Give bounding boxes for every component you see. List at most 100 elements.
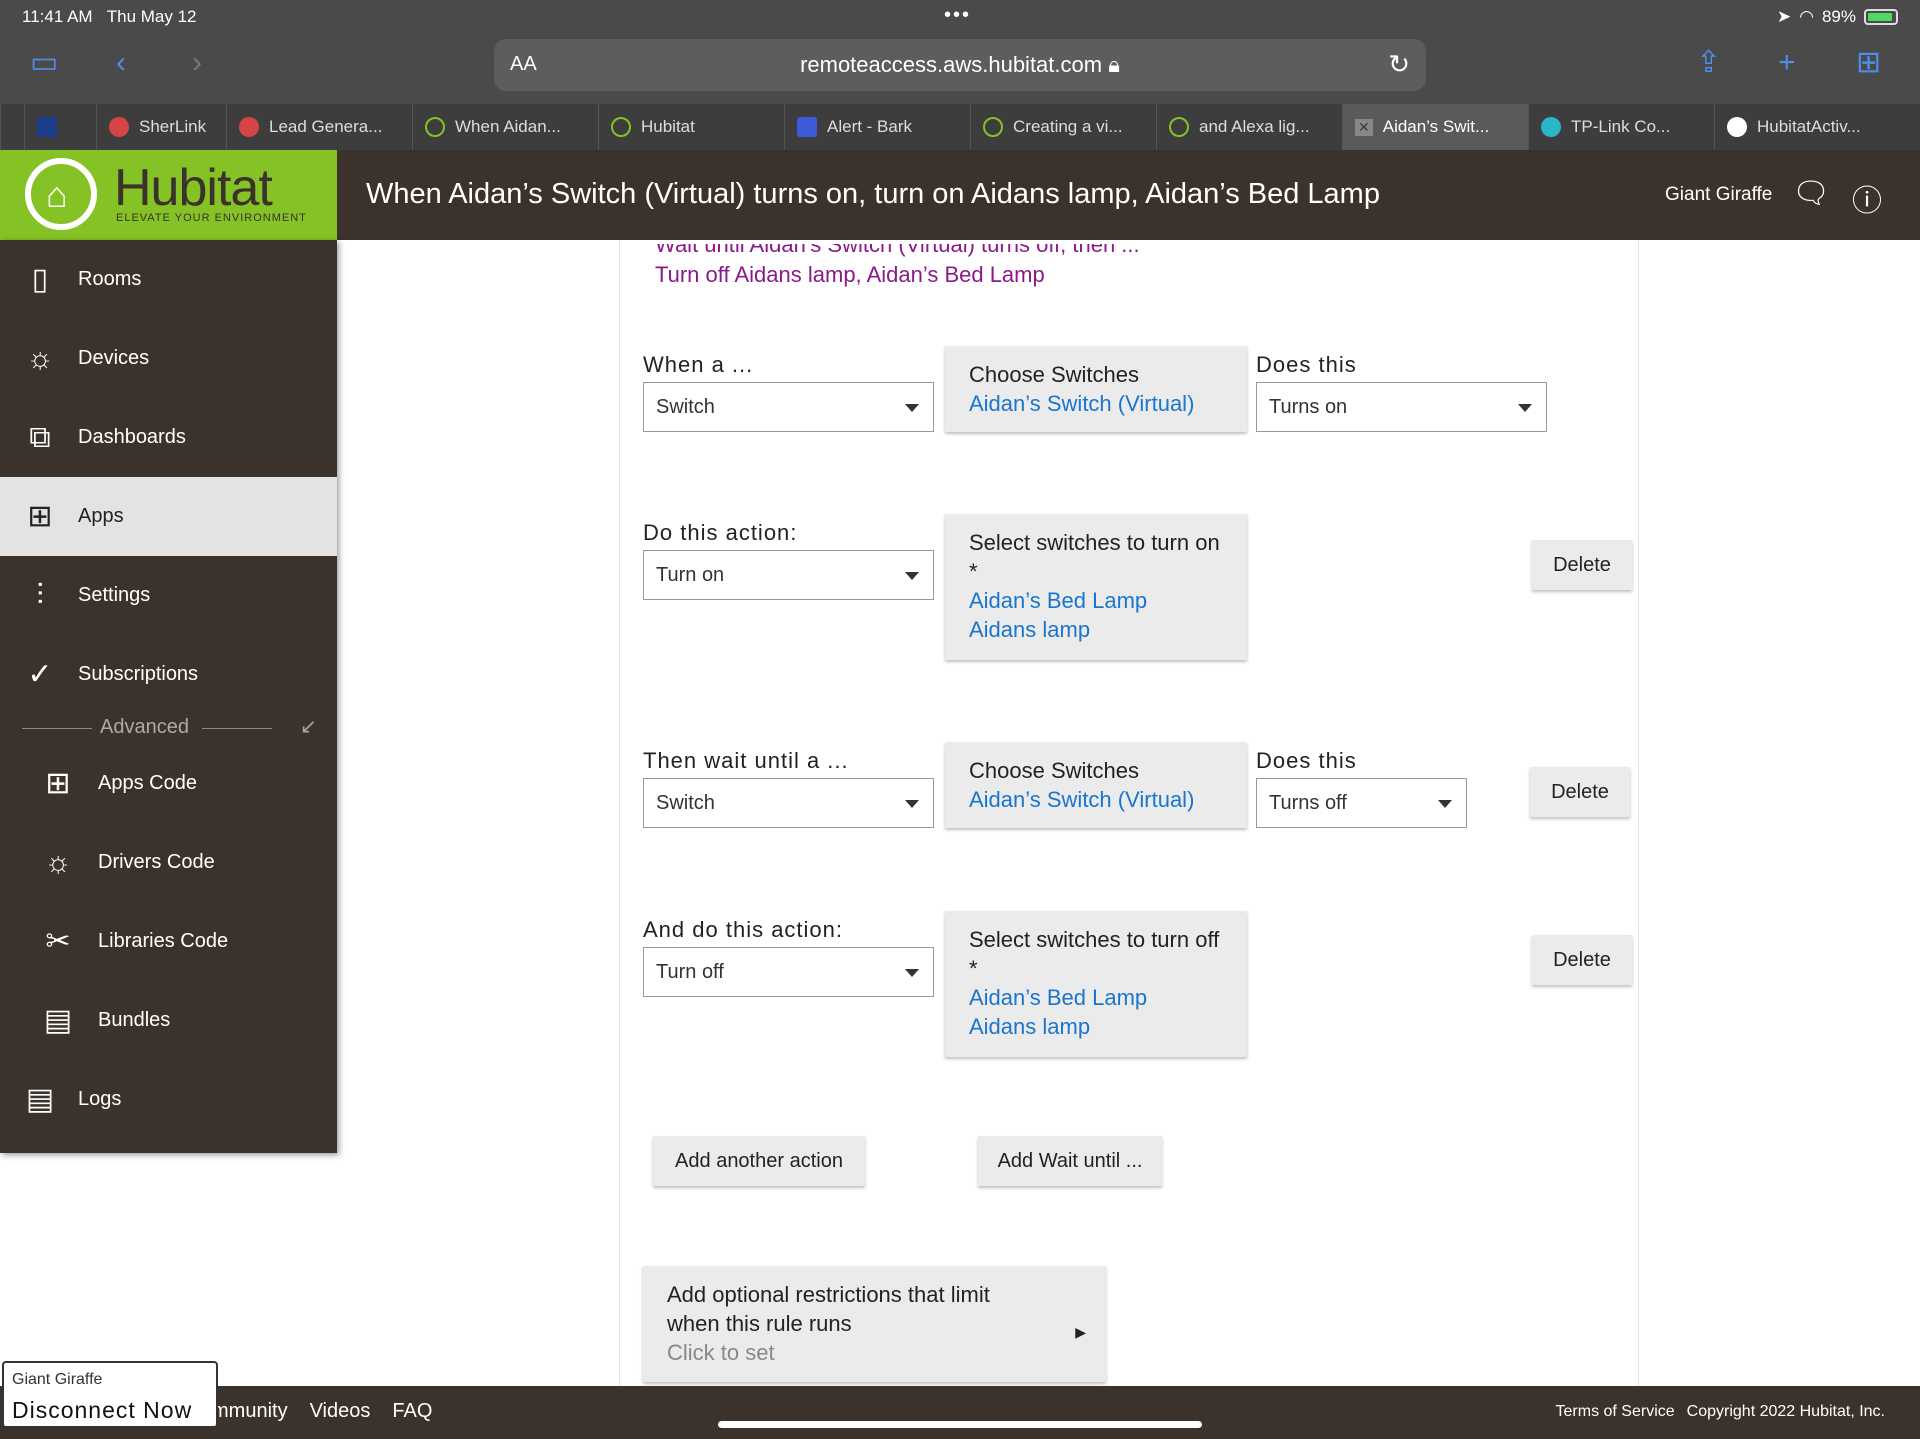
tab-label: Aidan’s Swit... — [1382, 117, 1490, 136]
tab-item[interactable]: Hubitat — [598, 104, 784, 150]
trigger-state-select[interactable]: Turns on — [1256, 382, 1547, 432]
choose-switches-button[interactable]: Choose Switches Aidan’s Switch (Virtual) — [945, 742, 1247, 828]
sidebar-item-subscriptions[interactable]: ✓ Subscriptions — [0, 635, 337, 714]
does-this-label: Does this — [1256, 748, 1357, 773]
collapse-icon[interactable]: ↙ — [300, 714, 317, 739]
add-another-action-button[interactable]: Add another action — [653, 1136, 865, 1186]
tab-item-active[interactable]: ✕ Aidan’s Swit... — [1342, 104, 1528, 150]
tab-item[interactable]: TP-Link Co... — [1528, 104, 1714, 150]
chat-icon[interactable]: 🗨︎ — [1792, 176, 1830, 211]
terms-link[interactable]: Terms of Service — [1556, 1403, 1675, 1421]
sidebar-item-apps-code[interactable]: ⊞ Apps Code — [0, 744, 337, 823]
forward-icon[interactable]: › — [192, 48, 202, 78]
sidebar-item-apps[interactable]: ⊞ Apps — [0, 477, 337, 556]
sidebar-item-settings[interactable]: ⫶ Settings — [0, 556, 337, 635]
tab-item[interactable] — [24, 104, 96, 150]
sidebar-item-label: Bundles — [98, 1009, 171, 1031]
action-select[interactable]: Turn off — [643, 947, 934, 997]
tab-item[interactable]: SherLink — [96, 104, 226, 150]
summary-line: Turn off Aidans lamp, Aidan’s Bed Lamp — [655, 262, 1045, 287]
choose-title: Select switches to turn off * — [969, 927, 1220, 981]
action-label: And do this action: — [643, 917, 844, 942]
tab-item[interactable]: When Aidan... — [412, 104, 598, 150]
sidebar-item-label: Rooms — [78, 268, 142, 290]
delete-button[interactable]: Delete — [1532, 935, 1632, 985]
sidebar-item-devices[interactable]: ☼ Devices — [0, 319, 337, 398]
tab-item[interactable]: Lead Genera... — [226, 104, 412, 150]
reload-icon[interactable]: ↻ — [1388, 49, 1410, 80]
new-tab-icon[interactable]: + — [1778, 48, 1796, 78]
choose-value: Aidans lamp — [969, 617, 1091, 642]
sidebar-item-dashboards[interactable]: ⧉ Dashboards — [0, 398, 337, 477]
hubitat-favicon-icon — [1169, 117, 1189, 137]
tab-item[interactable]: and Alexa lig... — [1156, 104, 1342, 150]
close-tab-icon[interactable]: ✕ — [1355, 118, 1373, 136]
select-switches-off-button[interactable]: Select switches to turn off * Aidan’s Be… — [945, 911, 1247, 1057]
url-value: remoteaccess.aws.hubitat.com — [800, 52, 1103, 77]
delete-button[interactable]: Delete — [1530, 767, 1630, 817]
select-value: Switch — [656, 792, 715, 814]
trigger-type-select[interactable]: Switch — [643, 382, 934, 432]
footer-link-faq[interactable]: FAQ — [392, 1400, 432, 1423]
action-select[interactable]: Turn on — [643, 550, 934, 600]
sidebar-item-libraries-code[interactable]: ✂ Libraries Code — [0, 902, 337, 981]
footer-links: mmunity Videos FAQ — [212, 1400, 432, 1423]
tab-item[interactable]: Creating a vi... — [970, 104, 1156, 150]
tab-item[interactable] — [0, 104, 24, 150]
sidebar-item-label: Settings — [78, 584, 151, 606]
tab-label: When Aidan... — [455, 117, 561, 136]
sidebar-item-label: Devices — [78, 347, 150, 369]
choose-switches-button[interactable]: Choose Switches Aidan’s Switch (Virtual) — [945, 346, 1247, 432]
wait-label: Then wait until a ... — [643, 748, 849, 773]
restrictions-text: Add optional restrictions that limit whe… — [667, 1282, 990, 1336]
delete-button[interactable]: Delete — [1532, 540, 1632, 590]
chevron-down-icon — [1438, 800, 1452, 808]
choose-title: Select switches to turn on * — [969, 530, 1220, 584]
zip-file-icon: ▤ — [43, 1004, 73, 1037]
cm-favicon-icon — [37, 117, 57, 137]
tab-item[interactable]: HubitatActiv... — [1714, 104, 1920, 150]
sidebar: ▯ Rooms ☼ Devices ⧉ Dashboards ⊞ Apps ⫶ Setti… — [0, 240, 337, 1153]
url-text[interactable]: remoteaccess.aws.hubitat.com 🔒︎ — [494, 52, 1426, 78]
sidebar-item-rooms[interactable]: ▯ Rooms — [0, 240, 337, 319]
user-name[interactable]: Giant Giraffe — [1665, 184, 1772, 206]
hubitat-logo[interactable]: ⌂ Hubitat ELEVATE YOUR ENVIRONMENT — [0, 150, 337, 240]
footer-legal: Terms of Service Copyright 2022 Hubitat,… — [1556, 1403, 1885, 1421]
tab-item[interactable]: Alert - Bark — [784, 104, 970, 150]
sidebar-item-drivers-code[interactable]: ☼ Drivers Code — [0, 823, 337, 902]
wait-type-select[interactable]: Switch — [643, 778, 934, 828]
tab-bar: SherLink Lead Genera... When Aidan... Hu… — [0, 104, 1920, 150]
back-icon[interactable]: ‹ — [116, 48, 126, 78]
time-text: 11:41 AM — [22, 7, 93, 26]
disconnect-now-button[interactable]: Disconnect Now — [12, 1397, 192, 1424]
multitask-dots-icon[interactable]: ••• — [944, 4, 971, 27]
add-wait-until-button[interactable]: Add Wait until ... — [978, 1136, 1162, 1186]
address-bar[interactable]: AA remoteaccess.aws.hubitat.com 🔒︎ ↻ — [494, 39, 1426, 91]
rooms-icon: ▯ — [31, 263, 49, 296]
caret-right-icon: ▶ — [1075, 1324, 1086, 1340]
share-icon[interactable]: ⇪ — [1696, 48, 1721, 78]
select-value: Turn off — [656, 961, 724, 983]
apps-icon: ⊞ — [27, 500, 53, 533]
hubitat-favicon-icon — [425, 117, 445, 137]
sidebar-item-logs[interactable]: ▤ Logs — [0, 1060, 337, 1139]
help-icon[interactable]: ⓘ — [1852, 176, 1882, 220]
browser-toolbar: ▭ ‹ › AA remoteaccess.aws.hubitat.com 🔒︎… — [0, 34, 1920, 104]
choose-value: Aidan’s Bed Lamp — [969, 985, 1148, 1010]
divider-line — [202, 728, 272, 729]
restrictions-button[interactable]: Add optional restrictions that limit whe… — [643, 1266, 1106, 1382]
footer-link-community[interactable]: mmunity — [212, 1400, 288, 1423]
divider-line — [22, 728, 92, 729]
lead-favicon-icon — [239, 117, 259, 137]
dashboards-icon: ⧉ — [29, 420, 51, 454]
sidebar-toggle-icon[interactable]: ▭ — [30, 48, 58, 78]
wait-state-select[interactable]: Turns off — [1256, 778, 1467, 828]
select-switches-on-button[interactable]: Select switches to turn on * Aidan’s Bed… — [945, 514, 1247, 660]
sidebar-item-label: Subscriptions — [78, 663, 199, 685]
tab-overview-icon[interactable]: ⊞ — [1856, 48, 1881, 78]
home-indicator[interactable] — [718, 1421, 1202, 1428]
bulb-icon: ☼ — [26, 341, 54, 375]
sidebar-item-bundles[interactable]: ▤ Bundles — [0, 981, 337, 1060]
footer-link-videos[interactable]: Videos — [310, 1400, 371, 1423]
battery-icon — [1864, 9, 1898, 25]
